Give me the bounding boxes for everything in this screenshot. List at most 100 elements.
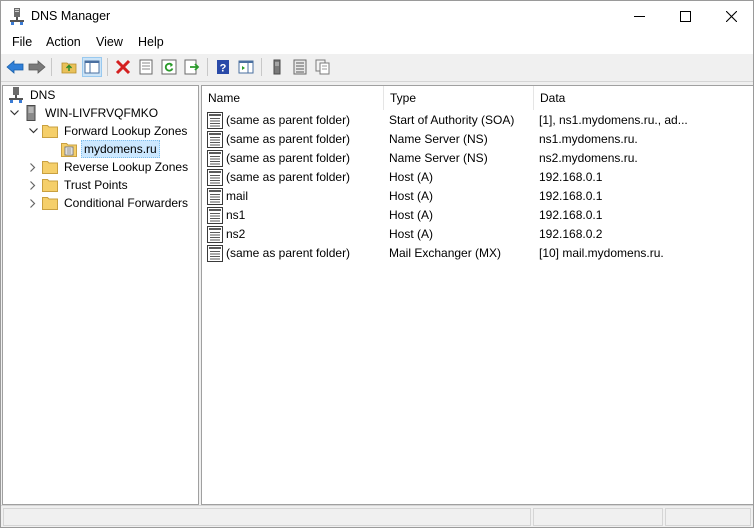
record-row[interactable]: (same as parent folder) Host (A) 192.168.0…	[202, 168, 751, 187]
record-data: [10] mail.mydomens.ru.	[539, 246, 664, 260]
folder-icon	[42, 159, 58, 175]
tree-label-dns: DNS	[30, 88, 56, 102]
folder-icon	[42, 123, 58, 139]
show-hide-console-tree-button[interactable]	[82, 57, 102, 77]
action-pane-icon	[238, 60, 254, 74]
properties-button[interactable]	[136, 57, 156, 77]
chevron-down-icon[interactable]	[9, 108, 19, 118]
folder-icon	[42, 195, 58, 211]
record-type: Host (A)	[389, 227, 434, 241]
tree-node-dns[interactable]: DNS	[8, 86, 57, 104]
close-button[interactable]	[708, 1, 753, 32]
record-row[interactable]: ns2 Host (A) 192.168.0.2	[202, 225, 751, 244]
menu-action[interactable]: Action	[44, 35, 83, 49]
record-row[interactable]: (same as parent folder) Mail Exchanger (M…	[202, 244, 751, 263]
maximize-button[interactable]	[662, 1, 708, 32]
record-row[interactable]: ns1 Host (A) 192.168.0.1	[202, 206, 751, 225]
back-button[interactable]	[5, 57, 25, 77]
show-hide-action-pane-button[interactable]	[236, 57, 256, 77]
chevron-down-icon[interactable]	[28, 126, 38, 136]
menu-help[interactable]: Help	[136, 35, 166, 49]
record-row[interactable]: (same as parent folder) Name Server (NS) n…	[202, 130, 751, 149]
export-list-button[interactable]	[182, 57, 202, 77]
menu-view[interactable]: View	[94, 35, 125, 49]
delete-button[interactable]	[113, 57, 133, 77]
menu-file[interactable]: File	[10, 35, 34, 49]
menu-bar: File Action View Help	[1, 32, 753, 54]
chevron-right-icon[interactable]	[28, 180, 38, 190]
record-type: Mail Exchanger (MX)	[389, 246, 502, 260]
tree-node-forward-lookup-zones[interactable]: Forward Lookup Zones	[28, 122, 189, 140]
tree-node-server[interactable]: WIN-LIVFRVQFMKO	[9, 104, 160, 122]
record-data: 192.168.0.1	[539, 170, 603, 184]
status-segment	[665, 508, 751, 526]
record-data: 192.168.0.1	[539, 208, 603, 222]
record-data: 192.168.0.1	[539, 189, 603, 203]
toolbar-separator	[107, 58, 108, 76]
column-header-type[interactable]: Type	[384, 86, 534, 110]
up-folder-icon	[61, 62, 77, 74]
tree-label-reverse-lookup-zones: Reverse Lookup Zones	[64, 160, 189, 174]
tree-label-conditional-forwarders: Conditional Forwarders	[64, 196, 189, 210]
record-name: mail	[226, 189, 249, 203]
minimize-button[interactable]	[616, 1, 662, 32]
record-row[interactable]: (same as parent folder) Name Server (NS) n…	[202, 149, 751, 168]
record-icon	[207, 188, 223, 205]
svg-text:?: ?	[220, 63, 227, 75]
column-header-data[interactable]: Data	[534, 86, 751, 110]
record-list-button[interactable]	[290, 57, 310, 77]
window-title: DNS Manager	[31, 9, 111, 23]
forward-icon	[28, 60, 46, 74]
help-button[interactable]: ?	[213, 57, 233, 77]
tree-node-trust-points[interactable]: Trust Points	[28, 176, 130, 194]
record-row[interactable]: (same as parent folder) Start of Authorit…	[202, 111, 751, 130]
record-name: ns1	[226, 208, 246, 222]
record-icon	[207, 207, 223, 224]
chevron-right-icon[interactable]	[28, 198, 38, 208]
close-icon	[725, 11, 737, 22]
record-type: Name Server (NS)	[389, 132, 488, 146]
refresh-icon	[161, 59, 177, 75]
show-hide-tree-icon	[84, 60, 100, 74]
tree-node-reverse-lookup-zones[interactable]: Reverse Lookup Zones	[28, 158, 190, 176]
forward-button[interactable]	[27, 57, 47, 77]
record-data: ns1.mydomens.ru.	[539, 132, 638, 146]
record-icon	[207, 169, 223, 186]
console-tree-pane[interactable]: DNS WIN-LIVFRVQFMKO Forward Lookup Zones…	[2, 85, 199, 505]
column-header-name[interactable]: Name	[202, 86, 384, 110]
record-data: [1], ns1.mydomens.ru., ad...	[539, 113, 688, 127]
toolbar-separator	[207, 58, 208, 76]
record-type: Host (A)	[389, 208, 434, 222]
record-row[interactable]: mail Host (A) 192.168.0.1	[202, 187, 751, 206]
tree-node-zone-mydomens[interactable]: mydomens.ru	[61, 140, 160, 158]
record-data: ns2.mydomens.ru.	[539, 151, 638, 165]
tree-label-zone-mydomens: mydomens.ru	[81, 140, 160, 158]
column-header-name-label: Name	[208, 91, 241, 105]
record-icon	[207, 150, 223, 167]
title-bar: DNS Manager	[1, 1, 753, 32]
toolbar: ?	[1, 54, 753, 82]
tree-label-forward-lookup-zones: Forward Lookup Zones	[64, 124, 188, 138]
record-icon	[207, 131, 223, 148]
server-icon	[273, 59, 281, 75]
server-button[interactable]	[267, 57, 287, 77]
refresh-button[interactable]	[159, 57, 179, 77]
dns-manager-window: DNS Manager File Action View Help ? DNS …	[0, 0, 754, 528]
record-name: (same as parent folder)	[226, 132, 351, 146]
tree-node-conditional-forwarders[interactable]: Conditional Forwarders	[28, 194, 190, 212]
status-segment	[3, 508, 531, 526]
record-icon	[207, 226, 223, 243]
copy-icon	[315, 59, 330, 75]
column-header-type-label: Type	[390, 91, 417, 105]
record-list-pane[interactable]: Name Type Data (same as parent folder) St…	[201, 85, 753, 505]
server-icon	[23, 105, 39, 121]
record-name: ns2	[226, 227, 246, 241]
folder-icon	[42, 177, 58, 193]
record-name: (same as parent folder)	[226, 170, 351, 184]
help-icon: ?	[217, 60, 229, 75]
copy-button[interactable]	[313, 57, 333, 77]
up-one-level-button[interactable]	[59, 57, 79, 77]
record-list-icon	[293, 59, 307, 75]
chevron-right-icon[interactable]	[28, 162, 38, 172]
record-type: Name Server (NS)	[389, 151, 488, 165]
